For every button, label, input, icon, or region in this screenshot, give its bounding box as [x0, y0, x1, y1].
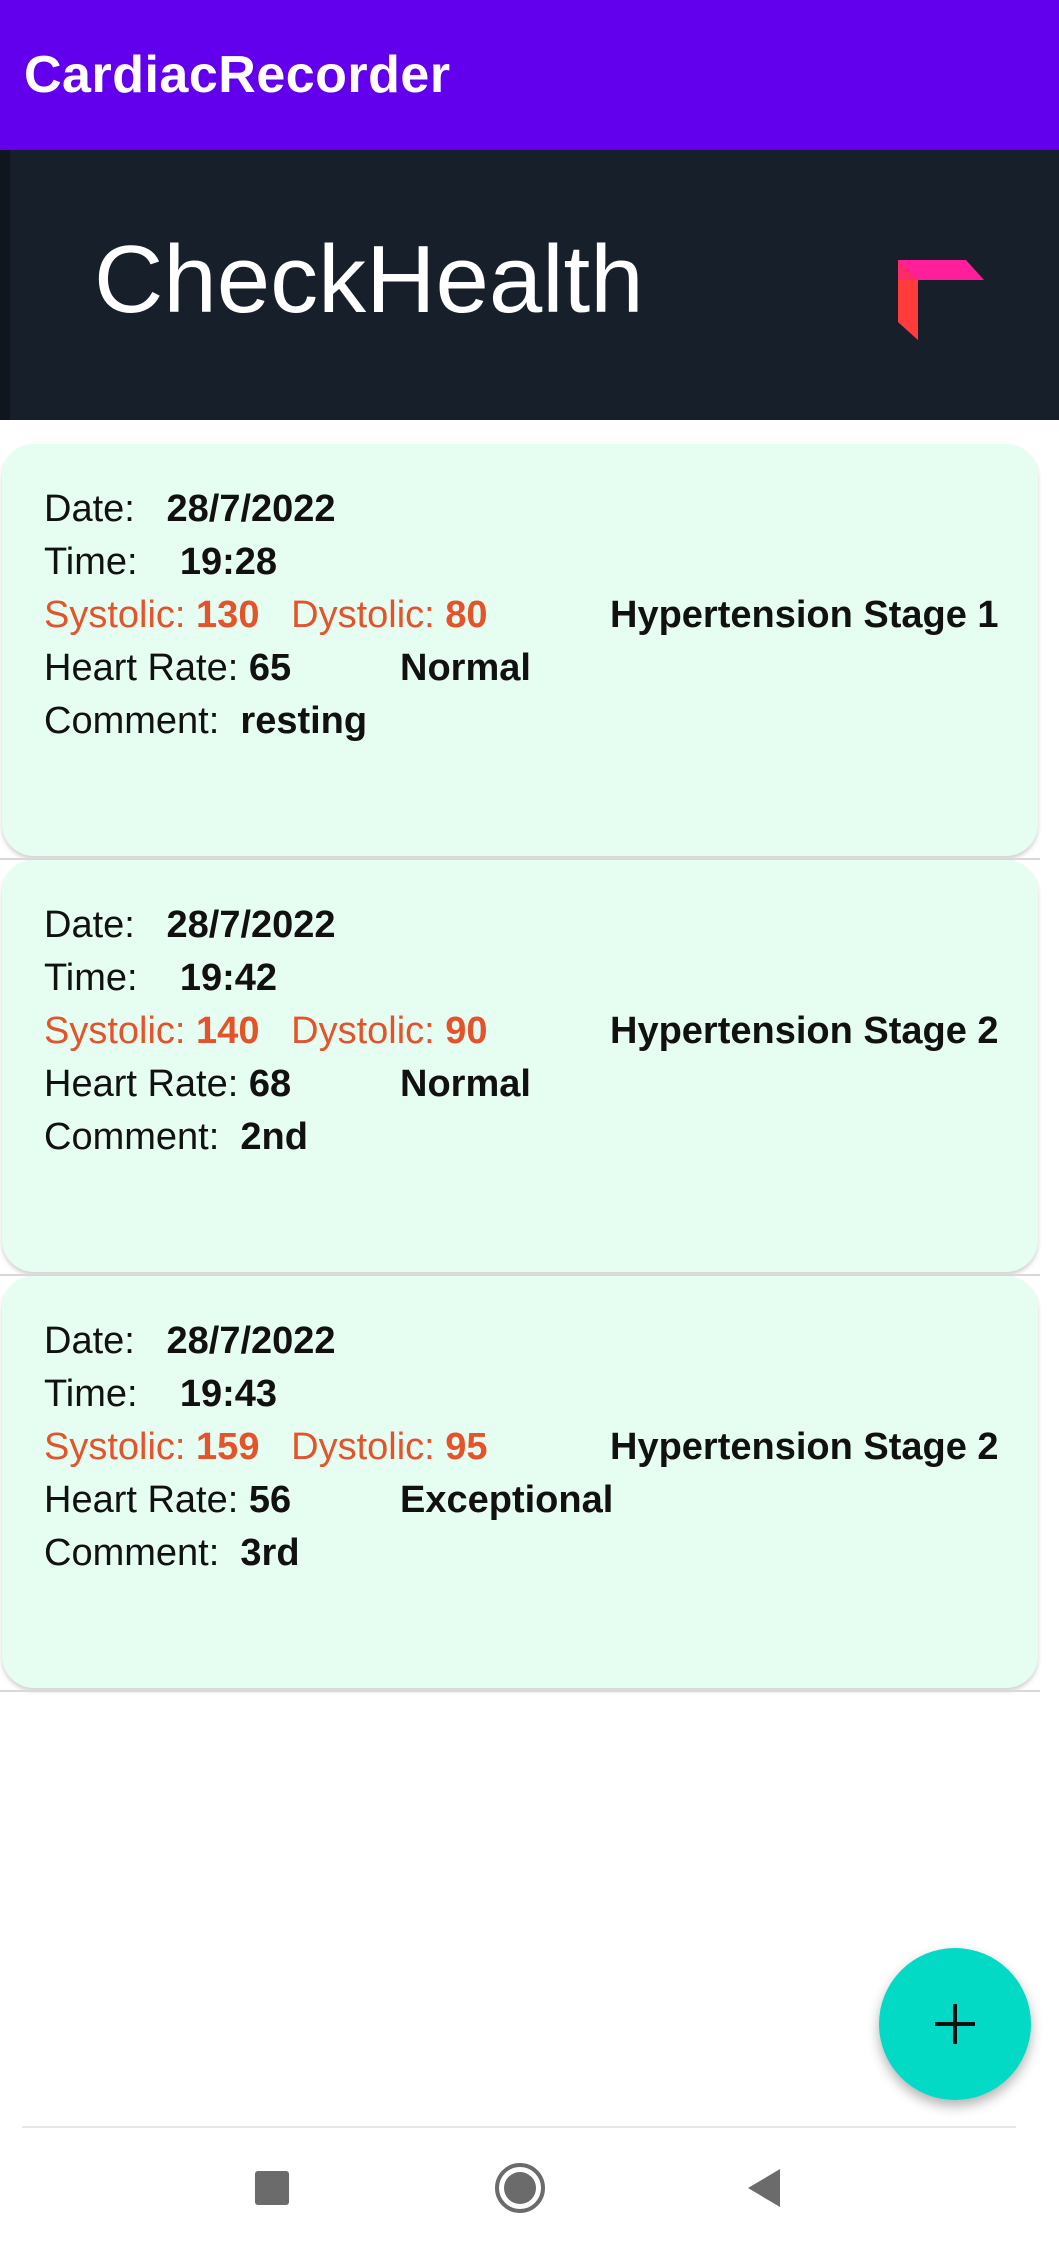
- heart-rate-row: Heart Rate: 68 Normal: [44, 1061, 844, 1107]
- health-logo-icon: [898, 260, 984, 340]
- comment-row: Comment: resting: [44, 698, 367, 744]
- add-record-button[interactable]: [879, 1948, 1031, 2100]
- dystolic-value: 90: [445, 1010, 488, 1052]
- date-value: 28/7/2022: [166, 1320, 336, 1362]
- heart-rate-label: Heart Rate:: [44, 1063, 239, 1105]
- pressure-status: Hypertension Stage 2: [610, 1426, 999, 1468]
- pressure-row: Systolic: 159 Dystolic: 95 Hypertension …: [44, 1424, 1034, 1470]
- time-row: Time: 19:43: [44, 1371, 277, 1417]
- date-row: Date: 28/7/2022: [44, 486, 336, 532]
- time-row: Time: 19:42: [44, 955, 277, 1001]
- date-value: 28/7/2022: [166, 904, 336, 946]
- time-row: Time: 19:28: [44, 539, 277, 585]
- date-label: Date:: [44, 1320, 135, 1362]
- systolic-value: 130: [196, 594, 260, 636]
- systolic-label: Systolic:: [44, 1010, 186, 1052]
- comment-row: Comment: 2nd: [44, 1114, 308, 1160]
- recents-button[interactable]: [232, 2148, 312, 2228]
- time-label: Time:: [44, 957, 138, 999]
- pressure-status: Hypertension Stage 1: [610, 594, 999, 636]
- dystolic-value: 80: [445, 594, 488, 636]
- comment-value: 3rd: [240, 1532, 300, 1574]
- circle-icon: [495, 2163, 545, 2213]
- dystolic-label: Dystolic:: [291, 594, 435, 636]
- app-title: CardiacRecorder: [24, 46, 451, 104]
- triangle-back-icon: [748, 2169, 780, 2207]
- date-label: Date:: [44, 488, 135, 530]
- time-value: 19:28: [179, 541, 278, 583]
- systolic-label: Systolic:: [44, 594, 186, 636]
- heart-rate-row: Heart Rate: 65 Normal: [44, 645, 844, 691]
- back-button[interactable]: [724, 2148, 804, 2228]
- square-icon: [255, 2171, 289, 2205]
- pressure-row: Systolic: 140 Dystolic: 90 Hypertension …: [44, 1008, 1034, 1054]
- heart-rate-value: 65: [248, 647, 292, 689]
- record-card[interactable]: Date: 28/7/2022 Time: 19:28 Systolic: 13…: [2, 444, 1038, 856]
- time-label: Time:: [44, 1373, 138, 1415]
- comment-value: 2nd: [240, 1116, 308, 1158]
- dystolic-label: Dystolic:: [291, 1426, 435, 1468]
- systolic-label: Systolic:: [44, 1426, 186, 1468]
- heart-status: Exceptional: [400, 1479, 614, 1521]
- divider: [0, 1690, 1040, 1692]
- heart-rate-label: Heart Rate:: [44, 647, 239, 689]
- systolic-value: 140: [196, 1010, 260, 1052]
- plus-icon: [935, 2004, 975, 2044]
- systolic-value: 159: [196, 1426, 260, 1468]
- system-nav-bar: [0, 2128, 1059, 2255]
- pressure-row: Systolic: 130 Dystolic: 80 Hypertension …: [44, 592, 1034, 638]
- heart-status: Normal: [400, 1063, 531, 1105]
- comment-label: Comment:: [44, 1116, 220, 1158]
- heart-rate-label: Heart Rate:: [44, 1479, 239, 1521]
- date-value: 28/7/2022: [166, 488, 336, 530]
- dystolic-label: Dystolic:: [291, 1010, 435, 1052]
- header-banner: CheckHealth: [0, 150, 1059, 420]
- app-bar: CardiacRecorder: [0, 0, 1059, 150]
- pressure-status: Hypertension Stage 2: [610, 1010, 999, 1052]
- date-label: Date:: [44, 904, 135, 946]
- comment-row: Comment: 3rd: [44, 1530, 300, 1576]
- record-card[interactable]: Date: 28/7/2022 Time: 19:43 Systolic: 15…: [2, 1276, 1038, 1688]
- home-button[interactable]: [480, 2148, 560, 2228]
- date-row: Date: 28/7/2022: [44, 1318, 336, 1364]
- heart-rate-row: Heart Rate: 56 Exceptional: [44, 1477, 844, 1523]
- time-value: 19:42: [179, 957, 278, 999]
- heart-status: Normal: [400, 647, 531, 689]
- time-label: Time:: [44, 541, 138, 583]
- comment-label: Comment:: [44, 1532, 220, 1574]
- heart-rate-value: 56: [248, 1479, 292, 1521]
- time-value: 19:43: [179, 1373, 278, 1415]
- banner-title: CheckHealth: [94, 226, 644, 333]
- comment-value: resting: [240, 700, 368, 742]
- heart-rate-value: 68: [248, 1063, 292, 1105]
- record-card[interactable]: Date: 28/7/2022 Time: 19:42 Systolic: 14…: [2, 860, 1038, 1272]
- comment-label: Comment:: [44, 700, 220, 742]
- dystolic-value: 95: [445, 1426, 488, 1468]
- date-row: Date: 28/7/2022: [44, 902, 336, 948]
